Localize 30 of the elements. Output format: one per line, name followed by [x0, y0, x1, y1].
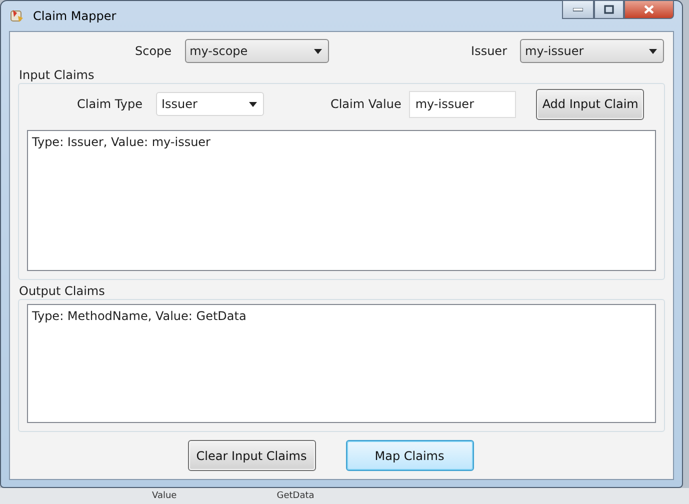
- close-icon: [644, 5, 654, 14]
- add-input-claim-button[interactable]: Add Input Claim: [536, 88, 644, 120]
- maximize-button[interactable]: [594, 0, 624, 19]
- app-icon: [9, 8, 25, 24]
- action-button[interactable]: Clear Input Claims: [188, 440, 316, 471]
- minimize-icon: [573, 8, 583, 12]
- scope-label: Scope: [135, 44, 172, 58]
- input-claims-list[interactable]: Type: Issuer, Value: my-issuer: [27, 130, 656, 271]
- action-button[interactable]: Map Claims: [346, 440, 474, 471]
- claim-type-label: Claim Type: [77, 97, 142, 111]
- scope-dropdown[interactable]: my-scope: [184, 39, 329, 63]
- claim-value-label: Claim Value: [330, 97, 402, 111]
- maximize-icon: [604, 5, 614, 14]
- issuer-label: Issuer: [471, 44, 507, 58]
- background-cell: Value: [152, 491, 177, 501]
- issuer-dropdown[interactable]: my-issuer: [520, 39, 664, 63]
- window-title: Claim Mapper: [33, 9, 116, 23]
- claim-type-dropdown[interactable]: Issuer: [156, 92, 264, 116]
- close-button[interactable]: [624, 0, 674, 19]
- claim-value-input[interactable]: my-issuer: [409, 90, 516, 118]
- minimize-button[interactable]: [562, 0, 594, 19]
- list-item[interactable]: Type: Issuer, Value: my-issuer: [32, 135, 651, 149]
- output-claims-list[interactable]: Type: MethodName, Value: GetData: [27, 304, 656, 423]
- group-title: Input Claims: [18, 68, 96, 83]
- group-title: Output Claims: [18, 284, 106, 299]
- background-cell: GetData: [276, 491, 314, 501]
- dropdown-caret-icon: [249, 102, 258, 106]
- dropdown-caret-icon: [649, 48, 657, 54]
- dropdown-caret-icon: [314, 48, 322, 54]
- list-item[interactable]: Type: MethodName, Value: GetData: [32, 309, 651, 323]
